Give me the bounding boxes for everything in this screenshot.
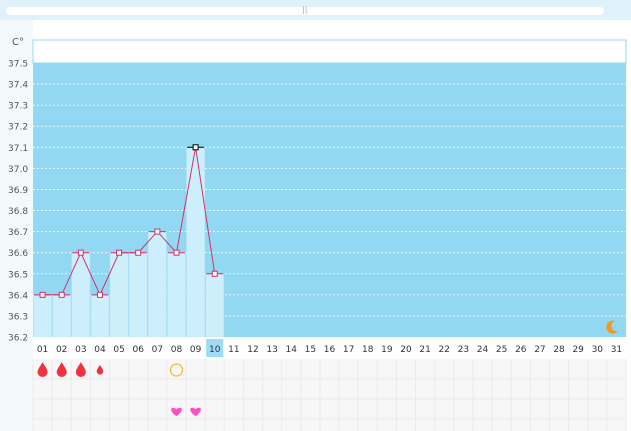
- symptom-grid: [33, 359, 626, 431]
- data-point[interactable]: [211, 270, 218, 277]
- y-tick-label: 37.3: [8, 102, 28, 112]
- data-point[interactable]: [154, 228, 161, 235]
- day-label[interactable]: 12: [247, 345, 258, 355]
- temperature-chart: 36.2 36.3 36.4 36.5 36.6 36.7 36.8 36.9 37.0 37.1…: [0, 20, 631, 431]
- temperature-bar: [148, 231, 167, 338]
- day-label[interactable]: 17: [343, 345, 354, 355]
- data-point[interactable]: [173, 249, 180, 256]
- temperature-bar: [167, 252, 186, 338]
- temperature-bar: [90, 294, 110, 338]
- data-point[interactable]: [96, 291, 103, 298]
- y-tick-label: 37.1: [8, 144, 28, 154]
- y-tick-label: 36.2: [8, 334, 28, 344]
- data-point[interactable]: [58, 291, 65, 298]
- day-label[interactable]: 21: [419, 345, 430, 355]
- scrollbar-grip[interactable]: ||: [302, 6, 307, 14]
- y-tick-label: 36.8: [8, 207, 28, 217]
- day-label[interactable]: 14: [286, 345, 298, 355]
- data-point[interactable]: [77, 249, 84, 256]
- day-label[interactable]: 10: [209, 345, 221, 355]
- temperature-bar: [71, 252, 91, 338]
- y-tick-label: 36.9: [8, 186, 28, 196]
- y-tick-label: 37.2: [8, 123, 28, 133]
- day-label[interactable]: 24: [477, 345, 489, 355]
- y-tick-label: 36.5: [8, 270, 28, 280]
- day-label[interactable]: 01: [37, 345, 48, 355]
- y-tick-label: 36.3: [8, 312, 28, 322]
- y-tick-label: 37.4: [8, 81, 28, 91]
- day-label[interactable]: 16: [324, 345, 336, 355]
- day-label[interactable]: 03: [75, 345, 86, 355]
- day-label[interactable]: 23: [458, 345, 469, 355]
- day-label[interactable]: 06: [132, 345, 144, 355]
- data-point[interactable]: [192, 144, 199, 151]
- day-label[interactable]: 18: [362, 345, 374, 355]
- y-tick-label: 37.5: [8, 60, 28, 70]
- day-label[interactable]: 30: [592, 345, 604, 355]
- day-label[interactable]: 28: [553, 345, 565, 355]
- temperature-bar: [186, 147, 205, 338]
- data-point[interactable]: [135, 249, 142, 256]
- day-label[interactable]: 02: [56, 345, 67, 355]
- top-scrollbar[interactable]: ||: [0, 0, 631, 20]
- day-label[interactable]: 09: [190, 345, 202, 355]
- temperature-bar: [128, 252, 148, 338]
- y-tick-label: 36.4: [8, 291, 28, 301]
- temperature-bar: [109, 252, 129, 338]
- temperature-bar: [52, 294, 72, 338]
- day-label[interactable]: 04: [94, 345, 106, 355]
- day-label[interactable]: 31: [611, 345, 622, 355]
- unit-label: C°: [12, 37, 24, 48]
- y-tick-label: 36.7: [8, 228, 28, 238]
- day-label[interactable]: 11: [228, 345, 239, 355]
- day-label[interactable]: 05: [113, 345, 124, 355]
- data-point[interactable]: [116, 249, 123, 256]
- day-label[interactable]: 08: [171, 345, 183, 355]
- day-label[interactable]: 29: [572, 345, 584, 355]
- day-label[interactable]: 15: [305, 345, 316, 355]
- day-label[interactable]: 22: [439, 345, 450, 355]
- day-label[interactable]: 07: [152, 345, 163, 355]
- data-point[interactable]: [39, 291, 46, 298]
- day-label[interactable]: 25: [496, 345, 507, 355]
- temperature-bar: [33, 294, 52, 338]
- day-label[interactable]: 27: [534, 345, 545, 355]
- y-tick-label: 37.0: [8, 165, 28, 175]
- temperature-bar: [205, 273, 225, 338]
- y-tick-label: 36.6: [8, 249, 28, 259]
- day-label[interactable]: 20: [400, 345, 412, 355]
- day-label[interactable]: 19: [381, 345, 393, 355]
- day-label[interactable]: 26: [515, 345, 527, 355]
- day-label[interactable]: 13: [266, 345, 277, 355]
